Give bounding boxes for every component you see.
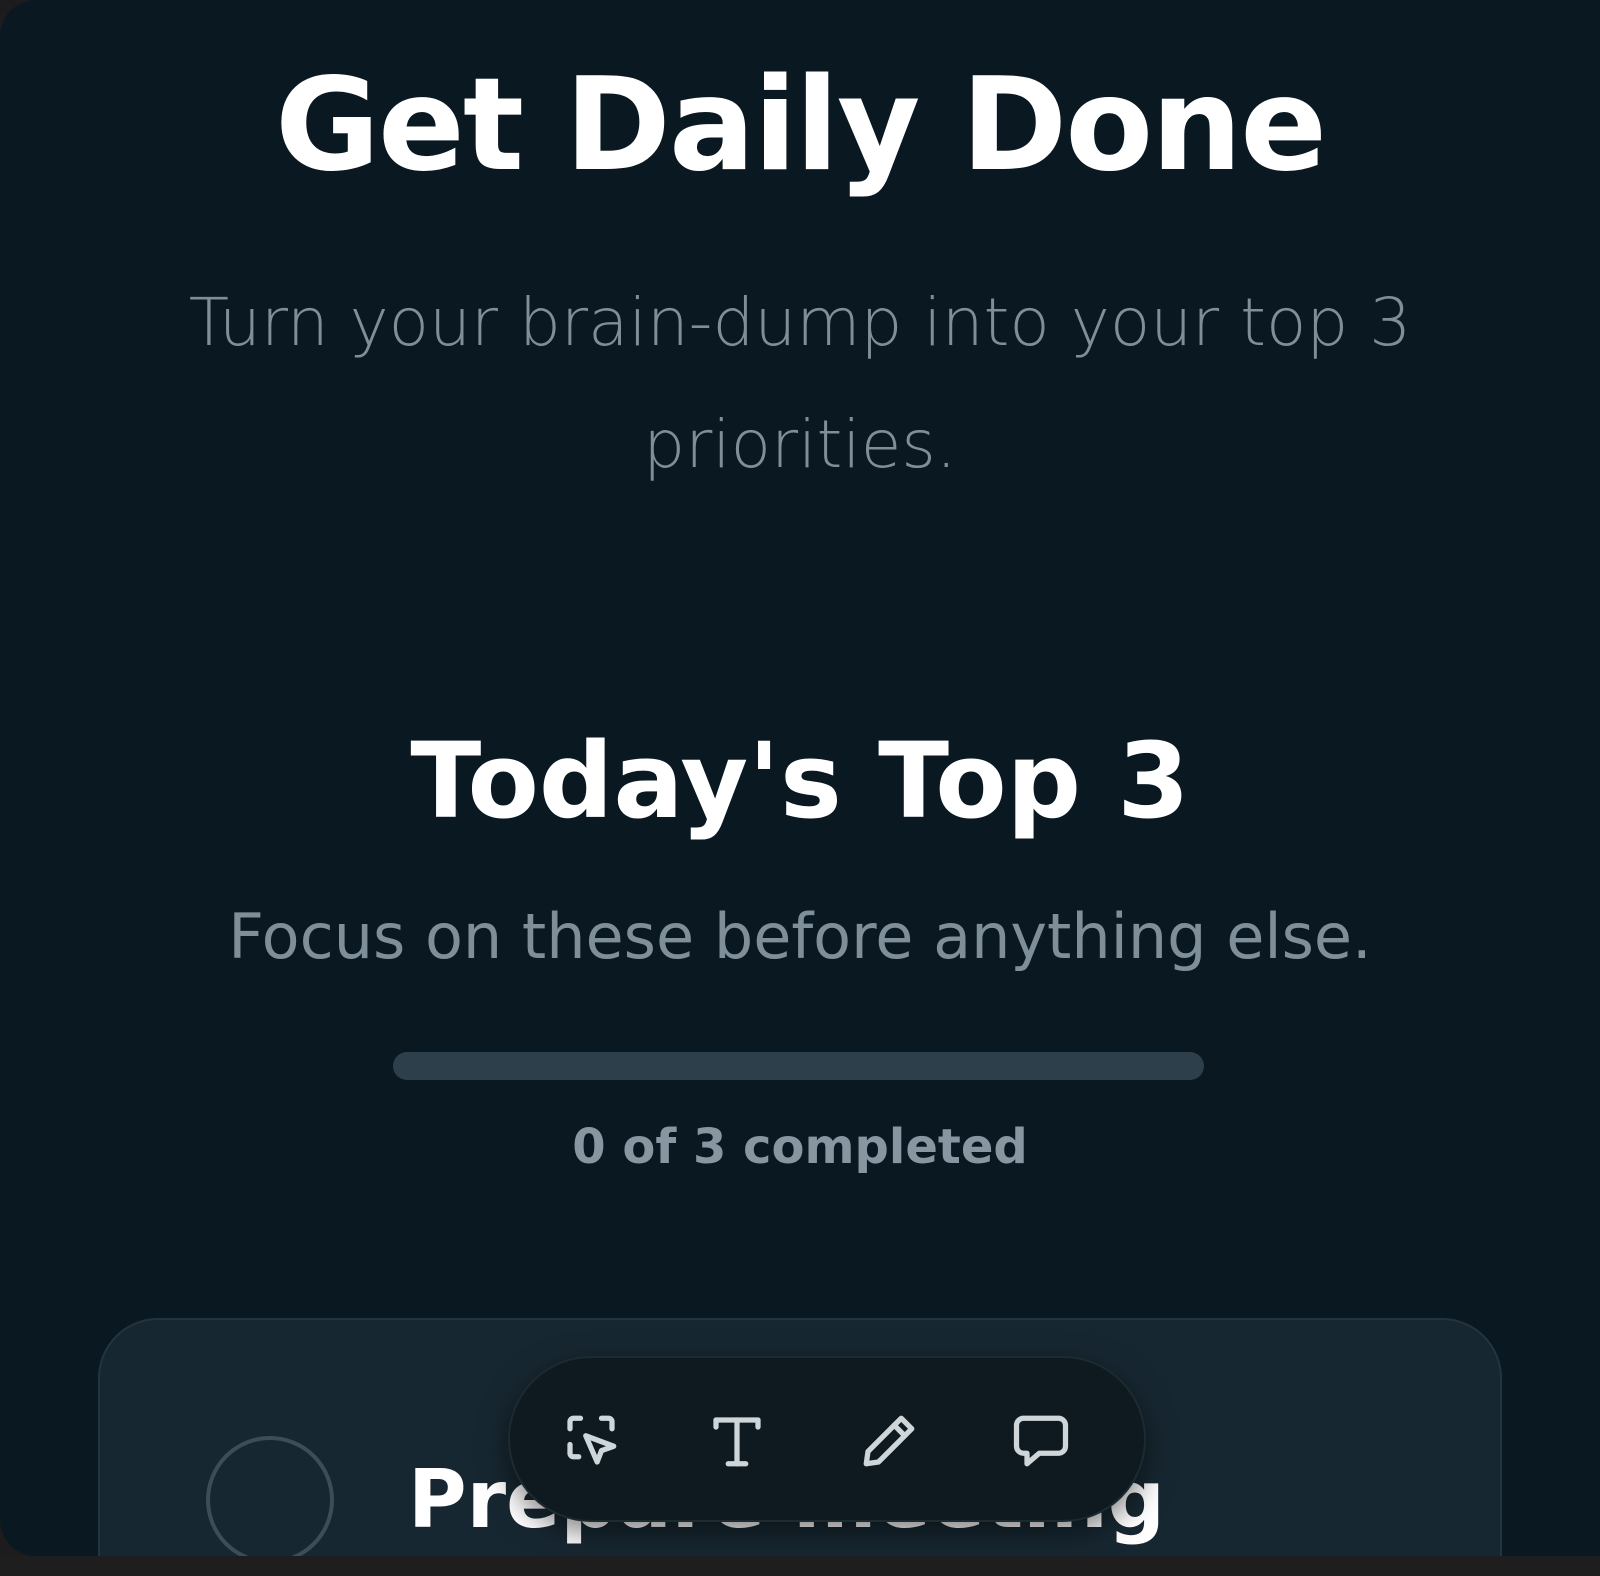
app-window: Get Daily Done Turn your brain-dump into… (0, 0, 1600, 1556)
hero-subtitle: Turn your brain-dump into your top 3 pri… (188, 284, 1412, 483)
cursor-select-icon (567, 1415, 617, 1465)
hero-title: Get Daily Done (274, 51, 1327, 200)
progress-bar (393, 1052, 1204, 1080)
select-tool-button[interactable] (548, 1398, 634, 1484)
annotation-toolbar (508, 1356, 1146, 1522)
task-checkbox[interactable] (206, 1436, 334, 1556)
window-bottom-edge (0, 1556, 1600, 1576)
speech-bubble-icon (1013, 1415, 1069, 1467)
section-title: Today's Top 3 (410, 720, 1190, 842)
text-icon (713, 1417, 761, 1467)
pencil-icon (863, 1415, 915, 1467)
comment-tool-button[interactable] (998, 1398, 1084, 1484)
text-tool-button[interactable] (694, 1398, 780, 1484)
section-subtitle: Focus on these before anything else. (228, 900, 1372, 973)
progress-label: 0 of 3 completed (572, 1119, 1028, 1175)
draw-tool-button[interactable] (846, 1398, 932, 1484)
